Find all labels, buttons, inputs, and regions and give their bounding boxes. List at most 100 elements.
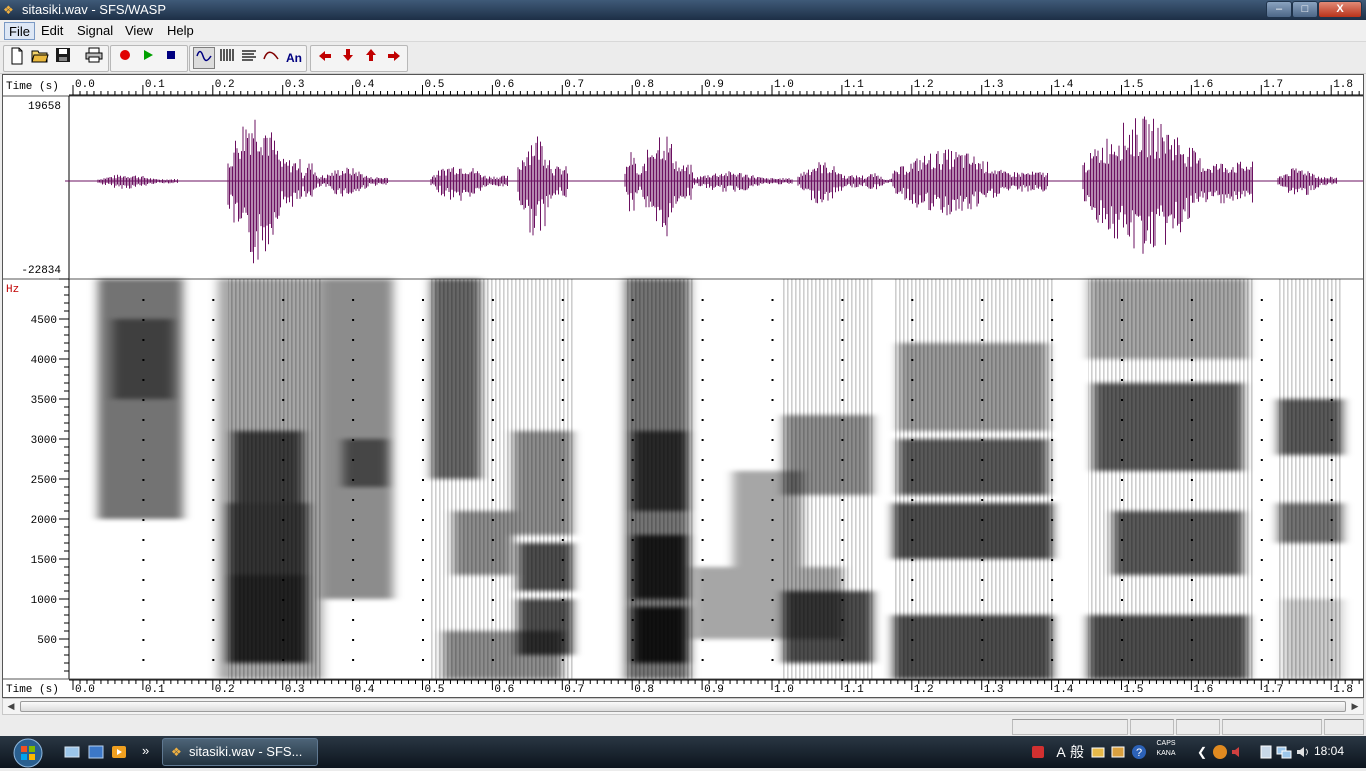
frequency-axis: 4500 4000 3500 3000 2500 2000 1500 1000 500 bbox=[31, 278, 69, 680]
tray-alert-icon[interactable] bbox=[1030, 744, 1046, 760]
arrow-left-icon[interactable] bbox=[314, 47, 336, 69]
tray-security-icon[interactable] bbox=[1212, 744, 1228, 760]
play-icon[interactable] bbox=[137, 47, 159, 69]
tray-network-icon[interactable] bbox=[1276, 744, 1292, 760]
close-button[interactable]: X bbox=[1318, 1, 1362, 18]
ime-tools-icon[interactable] bbox=[1110, 744, 1126, 760]
time-tick-label: 1.7 bbox=[1263, 684, 1283, 696]
quicklaunch-more-icon[interactable]: » bbox=[142, 744, 158, 759]
maximize-button[interactable]: □ bbox=[1292, 1, 1318, 18]
time-tick-label: 1.0 bbox=[774, 684, 794, 696]
time-tick-label: 0.9 bbox=[704, 684, 724, 696]
taskbar-window-button[interactable]: ❖ sitasiki.wav - SFS... bbox=[162, 738, 318, 766]
time-tick-label: 0.9 bbox=[704, 79, 724, 91]
show-desktop-icon[interactable] bbox=[64, 745, 80, 759]
new-file-icon[interactable] bbox=[6, 47, 28, 69]
time-tick-label: 0.0 bbox=[75, 684, 95, 696]
status-pane-5 bbox=[1324, 719, 1364, 735]
top-time-axis: Time (s) 0.0 0.1 0.2 0.3 0.4 0.5 0.6 0.7 0.8 0.9 1… bbox=[3, 79, 1363, 97]
menu-signal[interactable]: Signal bbox=[73, 22, 117, 40]
spectrogram-view-icon[interactable] bbox=[216, 47, 238, 69]
scroll-left-icon[interactable]: ◀ bbox=[3, 699, 19, 714]
spectrogram-striations bbox=[228, 279, 1343, 679]
menu-file[interactable]: File bbox=[4, 22, 35, 40]
waveform-view-icon[interactable] bbox=[193, 47, 215, 69]
time-tick-label: 0.1 bbox=[145, 684, 165, 696]
stop-icon[interactable] bbox=[160, 47, 182, 69]
tray-device-icon[interactable] bbox=[1258, 744, 1274, 760]
media-player-icon[interactable] bbox=[111, 745, 127, 759]
time-tick-label: 0.4 bbox=[355, 684, 375, 696]
svg-text:?: ? bbox=[1136, 747, 1142, 759]
waveform-min-label: -22834 bbox=[21, 265, 61, 277]
time-tick-label: 0.6 bbox=[494, 684, 514, 696]
title-bar[interactable]: ❖ sitasiki.wav - SFS/WASP ‒ □ X bbox=[0, 0, 1366, 20]
time-tick-label: 1.1 bbox=[844, 684, 864, 696]
toolbar: An bbox=[0, 42, 1366, 74]
menu-bar: File Edit Signal View Help bbox=[0, 20, 1366, 42]
tray-chevron-icon[interactable]: ❮ bbox=[1196, 744, 1208, 760]
tray-volume-icon[interactable] bbox=[1295, 744, 1311, 760]
menu-help[interactable]: Help bbox=[163, 22, 198, 40]
arrow-right-icon[interactable] bbox=[383, 47, 405, 69]
window-title: sitasiki.wav - SFS/WASP bbox=[22, 2, 166, 17]
waveform-panel[interactable]: 19658 -22834 bbox=[3, 96, 1363, 280]
record-icon[interactable] bbox=[114, 47, 136, 69]
ime-conversion-mode[interactable]: 般 bbox=[1068, 744, 1086, 760]
open-folder-icon[interactable] bbox=[29, 47, 51, 69]
status-pane-1 bbox=[1012, 719, 1128, 735]
ime-dictionary-icon[interactable] bbox=[1090, 744, 1106, 760]
scrollbar-thumb[interactable] bbox=[20, 701, 1346, 712]
frequency-tick-label: 1000 bbox=[31, 595, 57, 607]
ime-help-icon[interactable]: ? bbox=[1131, 744, 1147, 760]
switch-windows-icon[interactable] bbox=[88, 745, 104, 759]
top-time-axis-label: Time (s) bbox=[6, 81, 59, 93]
time-tick-label: 1.8 bbox=[1333, 79, 1353, 91]
annotation-view-icon[interactable]: An bbox=[283, 47, 305, 69]
app-icon: ❖ bbox=[3, 3, 14, 17]
frequency-tick-label: 4000 bbox=[31, 355, 57, 367]
time-tick-label: 0.8 bbox=[634, 684, 654, 696]
time-tick-label: 1.3 bbox=[984, 684, 1004, 696]
formant-view-icon[interactable] bbox=[238, 47, 260, 69]
status-bar bbox=[0, 716, 1366, 736]
time-tick-label: 1.0 bbox=[774, 79, 794, 91]
time-tick-label: 1.2 bbox=[914, 79, 934, 91]
save-icon[interactable] bbox=[52, 47, 74, 69]
status-pane-2 bbox=[1130, 719, 1174, 735]
frequency-tick-label: 500 bbox=[37, 635, 57, 647]
time-tick-label: 0.7 bbox=[564, 684, 584, 696]
waveform-trace bbox=[65, 116, 1363, 264]
time-tick-label: 1.8 bbox=[1333, 684, 1353, 696]
spectrogram-unit-label: Hz bbox=[6, 284, 19, 296]
time-tick-label: 0.5 bbox=[425, 684, 445, 696]
arrow-down-icon[interactable] bbox=[337, 47, 359, 69]
pitch-view-icon[interactable] bbox=[260, 47, 282, 69]
horizontal-scrollbar[interactable]: ◀ ▶ bbox=[2, 698, 1364, 715]
status-pane-4 bbox=[1222, 719, 1322, 735]
scroll-right-icon[interactable]: ▶ bbox=[1347, 699, 1363, 714]
print-icon[interactable] bbox=[83, 47, 105, 69]
frequency-tick-label: 2500 bbox=[31, 475, 57, 487]
signal-display-area[interactable]: Time (s) 0.0 0.1 0.2 0.3 0.4 0.5 0.6 0.7 0.8 0.9 1… bbox=[2, 74, 1364, 698]
time-tick-label: 0.7 bbox=[564, 79, 584, 91]
kana-indicator-label: KANA bbox=[1156, 750, 1176, 757]
start-button[interactable] bbox=[8, 736, 48, 768]
time-tick-label: 0.5 bbox=[425, 79, 445, 91]
time-tick-label: 1.4 bbox=[1054, 79, 1074, 91]
time-tick-label: 1.1 bbox=[844, 79, 864, 91]
arrow-up-icon[interactable] bbox=[360, 47, 382, 69]
ime-input-mode[interactable]: A bbox=[1055, 744, 1067, 760]
time-tick-label: 1.3 bbox=[984, 79, 1004, 91]
spectrogram-panel[interactable]: Hz 4500 4000 3500 3000 2500 2000 1500 1000 500 bbox=[3, 278, 1363, 680]
caps-indicator-label: CAPS bbox=[1156, 740, 1176, 747]
clock[interactable]: 18:04 bbox=[1314, 744, 1344, 758]
menu-view[interactable]: View bbox=[121, 22, 157, 40]
waveform-max-label: 19658 bbox=[28, 101, 61, 113]
taskbar: » ❖ sitasiki.wav - SFS... A 般 ? CAPS KAN… bbox=[0, 736, 1366, 768]
frequency-tick-label: 3000 bbox=[31, 435, 57, 447]
minimize-button[interactable]: ‒ bbox=[1266, 1, 1292, 18]
time-tick-label: 0.2 bbox=[215, 684, 235, 696]
menu-edit[interactable]: Edit bbox=[37, 22, 67, 40]
tray-speaker-alt-icon[interactable] bbox=[1230, 744, 1246, 760]
